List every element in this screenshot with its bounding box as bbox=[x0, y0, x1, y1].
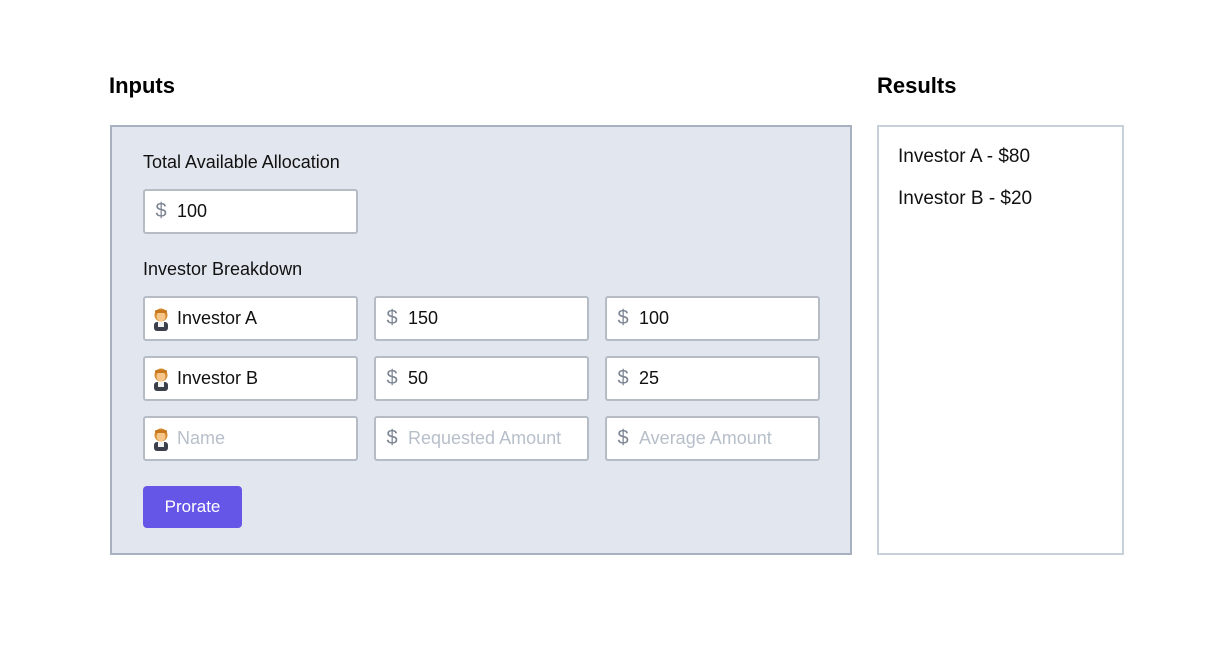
average-amount-input[interactable] bbox=[639, 368, 809, 389]
dollar-sign-icon: $ bbox=[386, 367, 398, 389]
requested-amount-input[interactable] bbox=[408, 308, 578, 329]
new-requested-amount-field[interactable]: $ bbox=[374, 416, 589, 461]
investor-name-input[interactable] bbox=[177, 308, 347, 329]
new-investor-name-input[interactable] bbox=[177, 428, 347, 449]
requested-amount-input[interactable] bbox=[408, 368, 578, 389]
new-average-amount-input[interactable] bbox=[639, 428, 809, 449]
investor-name-field[interactable] bbox=[143, 296, 358, 341]
inputs-heading: Inputs bbox=[109, 73, 175, 98]
dollar-sign-icon: $ bbox=[155, 200, 167, 222]
prorate-button[interactable]: Prorate bbox=[143, 486, 242, 528]
dollar-sign-icon: $ bbox=[386, 427, 398, 449]
person-icon bbox=[145, 367, 177, 391]
total-allocation-input[interactable] bbox=[177, 201, 347, 222]
requested-amount-field[interactable]: $ bbox=[374, 296, 589, 341]
investor-breakdown-label: Investor Breakdown bbox=[143, 259, 303, 279]
results-heading: Results bbox=[877, 73, 957, 98]
average-amount-field[interactable]: $ bbox=[605, 296, 820, 341]
dollar-sign-icon: $ bbox=[617, 427, 629, 449]
investor-name-input[interactable] bbox=[177, 368, 347, 389]
new-average-amount-field[interactable]: $ bbox=[605, 416, 820, 461]
average-amount-input[interactable] bbox=[639, 308, 809, 329]
dollar-sign-icon: $ bbox=[617, 307, 629, 329]
total-allocation-field[interactable]: $ bbox=[143, 189, 358, 234]
result-item: Investor B - $20 bbox=[898, 188, 1033, 209]
person-icon bbox=[145, 307, 177, 331]
dollar-sign-icon: $ bbox=[386, 307, 398, 329]
new-investor-name-field[interactable] bbox=[143, 416, 358, 461]
page: Inputs Results Total Available Allocatio… bbox=[0, 0, 1222, 647]
dollar-sign-icon: $ bbox=[617, 367, 629, 389]
new-requested-amount-input[interactable] bbox=[408, 428, 578, 449]
results-panel: Investor A - $80 Investor B - $20 bbox=[877, 125, 1124, 555]
total-allocation-label: Total Available Allocation bbox=[143, 152, 340, 172]
investor-name-field[interactable] bbox=[143, 356, 358, 401]
result-item: Investor A - $80 bbox=[898, 146, 1031, 167]
requested-amount-field[interactable]: $ bbox=[374, 356, 589, 401]
inputs-panel: Total Available Allocation $ Investor Br… bbox=[110, 125, 852, 555]
person-icon bbox=[145, 427, 177, 451]
average-amount-field[interactable]: $ bbox=[605, 356, 820, 401]
